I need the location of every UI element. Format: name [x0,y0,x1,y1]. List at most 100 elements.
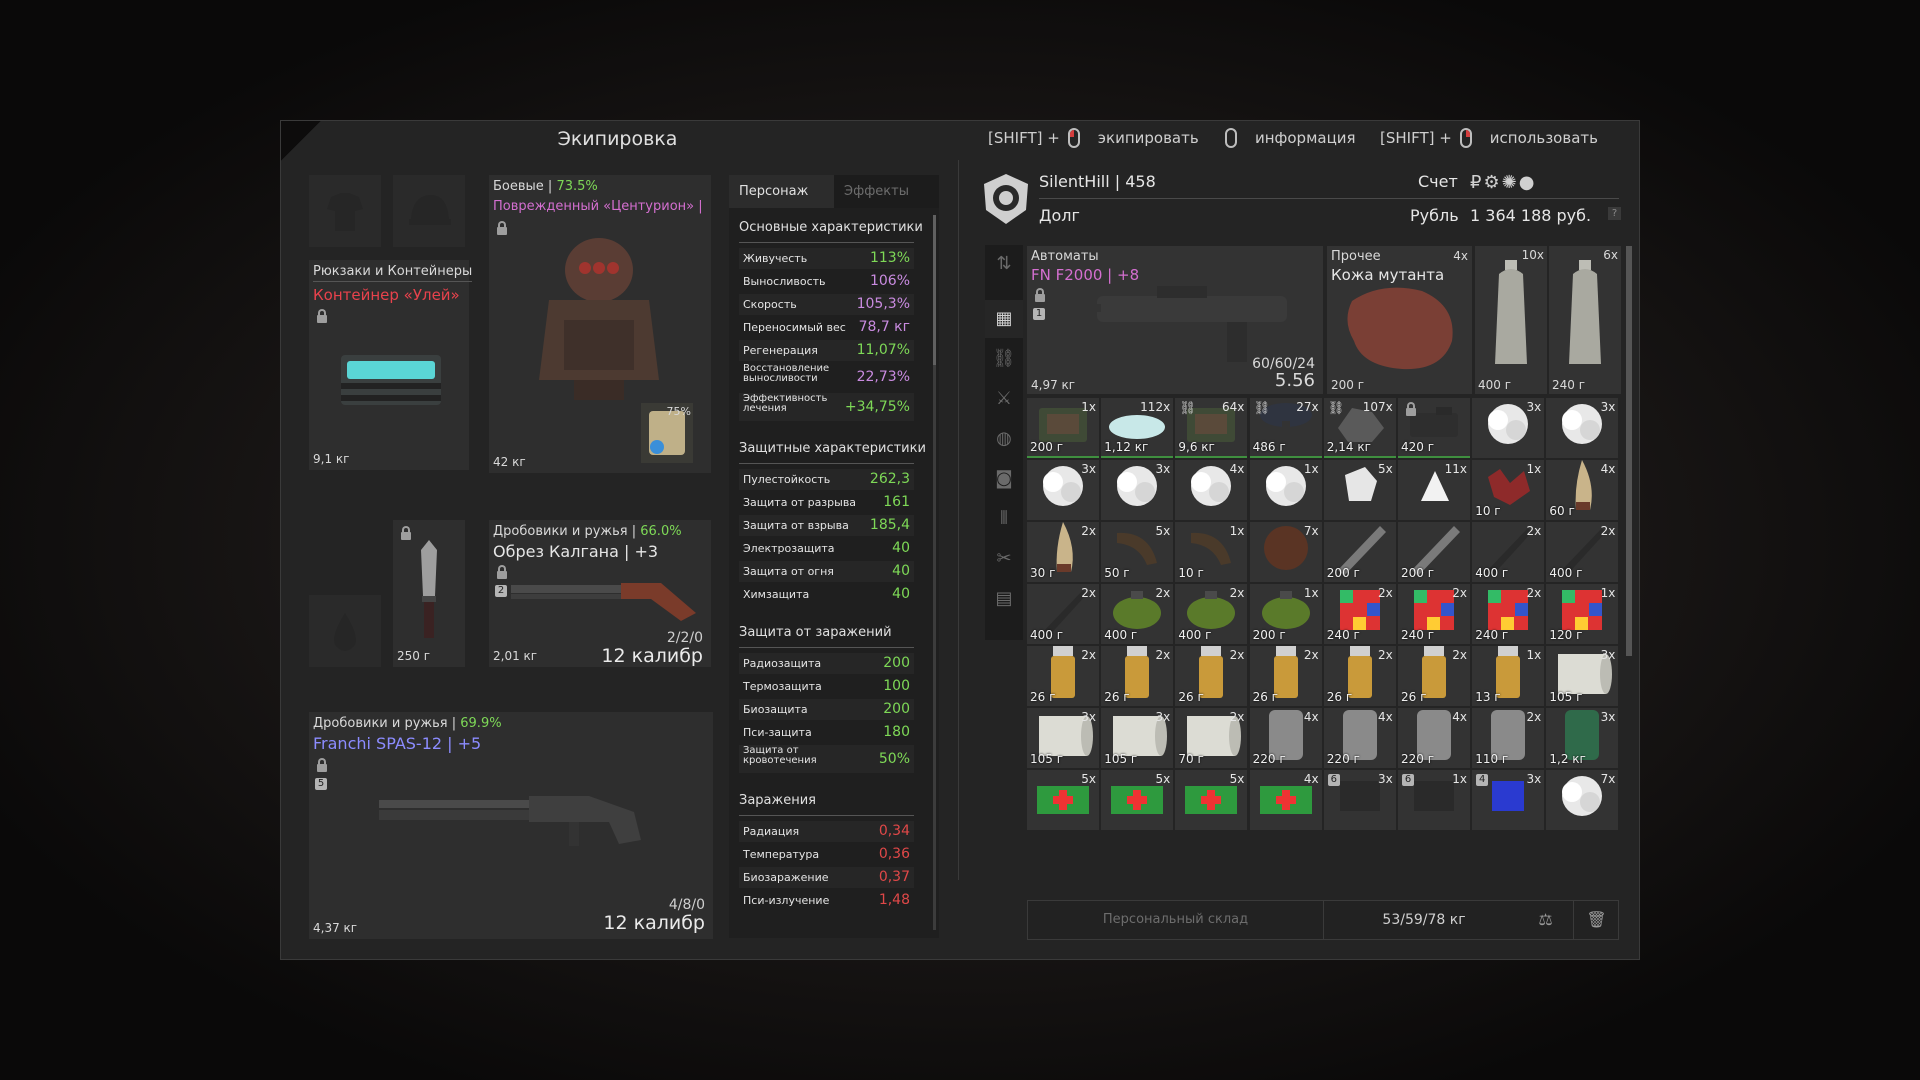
inventory-item[interactable]: 2x 240 г [1398,584,1470,644]
artifact-filter-icon[interactable]: ◍ [985,420,1023,458]
inventory-item[interactable]: 5x [1175,770,1248,830]
helmet-slot[interactable] [393,175,465,247]
inventory-item[interactable]: 4x 220 г [1323,708,1396,768]
inventory-item[interactable]: 2x 400 г [1472,522,1545,582]
inventory-scrollbar[interactable] [1626,246,1632,656]
grid-all-icon[interactable]: ▦ [985,300,1023,338]
money-amount: 1 364 188 руб. [1470,206,1592,225]
inventory-item[interactable]: 3x [1546,398,1619,458]
secondary-weapon-slot[interactable]: Дробовики и ружья | 66.0% Обрез Калгана … [489,520,711,667]
ammo-filter-icon[interactable]: ⦀ [985,500,1023,538]
inventory-item[interactable]: 2x 400 г [1175,584,1248,644]
inventory-item[interactable]: 5x [1027,770,1099,830]
inventory-item[interactable]: 6 3x [1323,770,1396,830]
coin-currency-icon[interactable]: ● [1519,172,1537,193]
inventory-item[interactable]: 2x 240 г [1472,584,1545,644]
inventory-item[interactable]: 1x 200 г [1027,398,1099,458]
inventory-item[interactable]: 200 г [1398,522,1470,582]
primary-weapon-slot[interactable]: Дробовики и ружья | 69.9% Franchi SPAS-1… [309,712,713,939]
inventory-item[interactable]: 1x 10 г [1175,522,1248,582]
inventory-item[interactable]: 1x 13 г [1472,646,1545,706]
stat-row: Защита от огня 40 [739,561,914,582]
inventory-item[interactable]: 4x [1249,770,1322,830]
inventory-item[interactable]: 2x 26 г [1101,646,1174,706]
inventory-item[interactable]: 3x 105 г [1546,646,1619,706]
inventory-item[interactable]: 11x [1398,460,1470,520]
inventory-item[interactable]: 2x 26 г [1027,646,1099,706]
sort-icon[interactable]: ⇅ [985,245,1023,283]
inventory-item[interactable]: 1x [1249,460,1322,520]
tab-effects[interactable]: Эффекты [834,175,939,208]
inventory-item[interactable]: 2x 110 г [1472,708,1545,768]
inventory-item[interactable]: 2x 400 г [1101,584,1174,644]
inventory-item[interactable]: 200 г [1323,522,1396,582]
inventory-item[interactable]: 6 1x [1398,770,1470,830]
inventory-item[interactable]: 2x 26 г [1323,646,1396,706]
personal-stash-button[interactable]: Персональный склад [1028,901,1324,939]
trash-icon[interactable]: 🗑 [1573,901,1619,939]
tab-character[interactable]: Персонаж [729,175,834,208]
help-button[interactable]: ? [1608,207,1621,220]
inventory-item[interactable]: 2x 26 г [1398,646,1470,706]
inventory-item[interactable]: 3x [1101,460,1174,520]
box-filter-icon[interactable]: ▤ [985,580,1023,618]
inventory-item[interactable]: 7x [1249,522,1322,582]
item-count: 27x [1296,400,1319,414]
inventory-item[interactable]: 2x 26 г [1249,646,1322,706]
item-fn-f2000[interactable]: Автоматы FN F2000 | +8 1 60/60/24 5.56 4… [1027,246,1323,394]
rifle-filter-icon[interactable]: ⚔ [985,380,1023,418]
inventory-item[interactable]: ⛓ 64x 9,6 кг [1175,398,1248,458]
inventory-item[interactable]: 7x [1546,770,1619,830]
stat-label: Переносимый вес [743,321,846,334]
stat-label: Защита от кровотечения [743,745,817,766]
item-count: 5x [1378,462,1393,476]
inventory-item[interactable]: 420 г [1398,398,1470,458]
inventory-item[interactable]: 3x [1472,398,1545,458]
inventory-item[interactable]: 1x 120 г [1546,584,1619,644]
inventory-item[interactable]: 2x 400 г [1027,584,1099,644]
inventory-item[interactable]: 5x 50 г [1101,522,1174,582]
weight-icon[interactable]: ⚖ [1523,901,1568,939]
stats-scroll-thumb[interactable] [933,215,936,365]
inventory-item[interactable]: 1x 10 г [1472,460,1545,520]
ruble-icon[interactable]: ₽ [1470,172,1483,193]
chain-icon[interactable]: ⛓ [985,340,1023,378]
artifact-slot[interactable]: 75% [641,403,693,463]
inventory-item[interactable]: 112x 1,12 кг [1101,398,1174,458]
inventory-item[interactable]: 2x 26 г [1175,646,1248,706]
inventory-item[interactable]: 1x 200 г [1249,584,1322,644]
inventory-item[interactable]: 5x [1101,770,1174,830]
inventory-item[interactable]: 3x [1027,460,1099,520]
shirt-slot[interactable] [309,175,381,247]
inventory-item[interactable]: 4 3x [1472,770,1545,830]
gear-currency-icon[interactable]: ⚙ [1483,172,1501,193]
inventory-item[interactable]: 5x [1323,460,1396,520]
inventory-item[interactable]: 4x 220 г [1249,708,1322,768]
inventory-item[interactable]: ⛓ 107x 2,14 кг [1323,398,1396,458]
knife-slot[interactable]: 250 г [393,520,465,667]
inventory-item[interactable]: 2x 30 г [1027,522,1099,582]
inventory-item[interactable]: 2x 400 г [1546,522,1619,582]
item-weight: 10 г [1178,566,1204,580]
stat-value: 180 [883,724,910,740]
lock-icon [1406,402,1416,416]
item-water-bottle[interactable]: 6x 240 г [1549,246,1621,394]
item-weight: 70 г [1178,752,1204,766]
container-slot[interactable]: Рюкзаки и Контейнеры Контейнер «Улей» 9,… [309,260,473,470]
tools-filter-icon[interactable]: ✂ [985,540,1023,578]
inventory-item[interactable]: 4x [1175,460,1248,520]
armor-slot[interactable]: Боевые | 73.5% Поврежденный «Центурион» … [489,175,711,473]
virus-currency-icon[interactable]: ✺ [1502,172,1519,193]
inventory-item[interactable]: 2x 70 г [1175,708,1248,768]
inventory-item[interactable]: 3x 105 г [1101,708,1174,768]
inventory-item[interactable]: 3x 105 г [1027,708,1099,768]
item-mutant-skin[interactable]: Прочее 4x Кожа мутанта 200 г [1327,246,1472,394]
inventory-item[interactable]: 4x 220 г [1398,708,1470,768]
camera-filter-icon[interactable]: ◙ [985,460,1023,498]
grenade-slot[interactable] [309,595,381,667]
inventory-item[interactable]: 4x 60 г [1546,460,1619,520]
item-water-bottle[interactable]: 10x 400 г [1475,246,1547,394]
inventory-item[interactable]: ⛓ 27x 486 г [1249,398,1322,458]
inventory-item[interactable]: 3x 1,2 кг [1546,708,1619,768]
inventory-item[interactable]: 2x 240 г [1323,584,1396,644]
